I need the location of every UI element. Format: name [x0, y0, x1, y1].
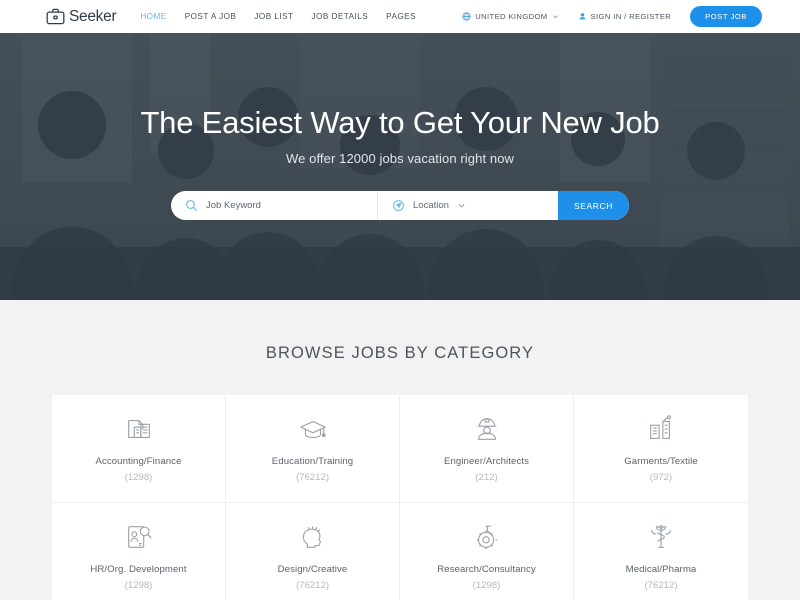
- post-job-button[interactable]: POST JOB: [690, 6, 762, 27]
- category-name: Design/Creative: [277, 564, 348, 575]
- header-actions: UNITED KINGDOM SIGN IN / REGISTER POST J…: [462, 6, 762, 27]
- search-button[interactable]: SEARCH: [558, 191, 629, 221]
- location-compass-icon: [392, 199, 405, 212]
- accounting-chart-icon: [124, 414, 154, 444]
- search-keyword-placeholder: Job Keyword: [206, 200, 261, 212]
- nav-item-post-a-job[interactable]: POST A JOB: [185, 12, 237, 21]
- briefcase-icon: [46, 8, 65, 25]
- category-name: Engineer/Architects: [443, 456, 530, 467]
- graduation-cap-icon: [298, 414, 328, 444]
- nav-item-job-details[interactable]: JOB DETAILS: [311, 12, 368, 21]
- factory-icon: [646, 414, 676, 444]
- main-nav: HOME POST A JOB JOB LIST JOB DETAILS PAG…: [140, 12, 416, 21]
- category-count: (76212): [295, 580, 330, 591]
- category-card-engineer-architects[interactable]: Engineer/Architects (212): [400, 395, 574, 503]
- country-selector[interactable]: UNITED KINGDOM: [462, 12, 558, 21]
- logo[interactable]: Seeker: [46, 7, 117, 26]
- site-header: Seeker HOME POST A JOB JOB LIST JOB DETA…: [0, 0, 800, 33]
- category-count: (76212): [295, 472, 330, 483]
- hr-search-person-icon: [124, 522, 154, 552]
- category-name: Research/Consultancy: [437, 564, 536, 575]
- hero-section: The Easiest Way to Get Your New Job We o…: [0, 33, 800, 300]
- category-count: (1298): [124, 580, 153, 591]
- category-card-research-consultancy[interactable]: Research/Consultancy (1298): [400, 503, 574, 600]
- category-card-education-training[interactable]: Education/Training (76212): [226, 395, 400, 503]
- category-name: Medical/Pharma: [625, 564, 697, 575]
- search-icon: [185, 199, 198, 212]
- hero-title: The Easiest Way to Get Your New Job: [140, 105, 660, 140]
- logo-text: Seeker: [69, 7, 117, 25]
- hero-subtitle: We offer 12000 jobs vacation right now: [285, 151, 515, 167]
- category-count: (1298): [472, 580, 501, 591]
- category-count: (76212): [644, 580, 678, 591]
- categories-heading: BROWSE JOBS BY CATEGORY: [265, 344, 535, 362]
- category-count: (1298): [124, 472, 153, 483]
- category-name: HR/Org. Development: [90, 564, 187, 575]
- category-name: Garments/Textile: [624, 456, 698, 467]
- creative-head-icon: [298, 522, 328, 552]
- category-card-garments-textile[interactable]: Garments/Textile (972): [574, 395, 748, 503]
- research-flask-gear-icon: [472, 522, 502, 552]
- job-search-bar: Job Keyword Location SEARCH: [171, 191, 629, 221]
- hero-content: The Easiest Way to Get Your New Job We o…: [0, 33, 800, 221]
- category-count: (972): [649, 472, 673, 483]
- nav-item-pages[interactable]: PAGES: [386, 12, 416, 21]
- hard-hat-worker-icon: [472, 414, 502, 444]
- sign-in-register-link[interactable]: SIGN IN / REGISTER: [578, 12, 672, 21]
- sign-in-label: SIGN IN / REGISTER: [590, 12, 672, 21]
- category-card-accounting-finance[interactable]: Accounting/Finance (1298): [52, 395, 226, 503]
- category-card-design-creative[interactable]: Design/Creative (76212): [226, 503, 400, 600]
- nav-item-job-list[interactable]: JOB LIST: [254, 12, 293, 21]
- category-card-hr-org-development[interactable]: HR/Org. Development (1298): [52, 503, 226, 600]
- globe-icon: [462, 12, 471, 21]
- category-name: Education/Training: [271, 456, 354, 467]
- category-name: Accounting/Finance: [95, 456, 182, 467]
- chevron-down-icon: [457, 201, 466, 210]
- category-grid: Accounting/Finance (1298) Education/Trai…: [52, 395, 748, 600]
- chevron-down-icon: [552, 13, 559, 20]
- category-card-medical-pharma[interactable]: Medical/Pharma (76212): [574, 503, 748, 600]
- search-location-placeholder: Location: [413, 200, 449, 212]
- user-icon: [578, 12, 587, 21]
- nav-item-home[interactable]: HOME: [140, 12, 166, 21]
- search-keyword-field[interactable]: Job Keyword: [171, 191, 378, 221]
- browse-categories-section: BROWSE JOBS BY CATEGORY Accounting/Finan…: [0, 300, 800, 600]
- search-location-select[interactable]: Location: [378, 191, 558, 220]
- caduceus-icon: [646, 522, 676, 552]
- category-count: (212): [475, 472, 498, 483]
- country-label: UNITED KINGDOM: [475, 12, 548, 21]
